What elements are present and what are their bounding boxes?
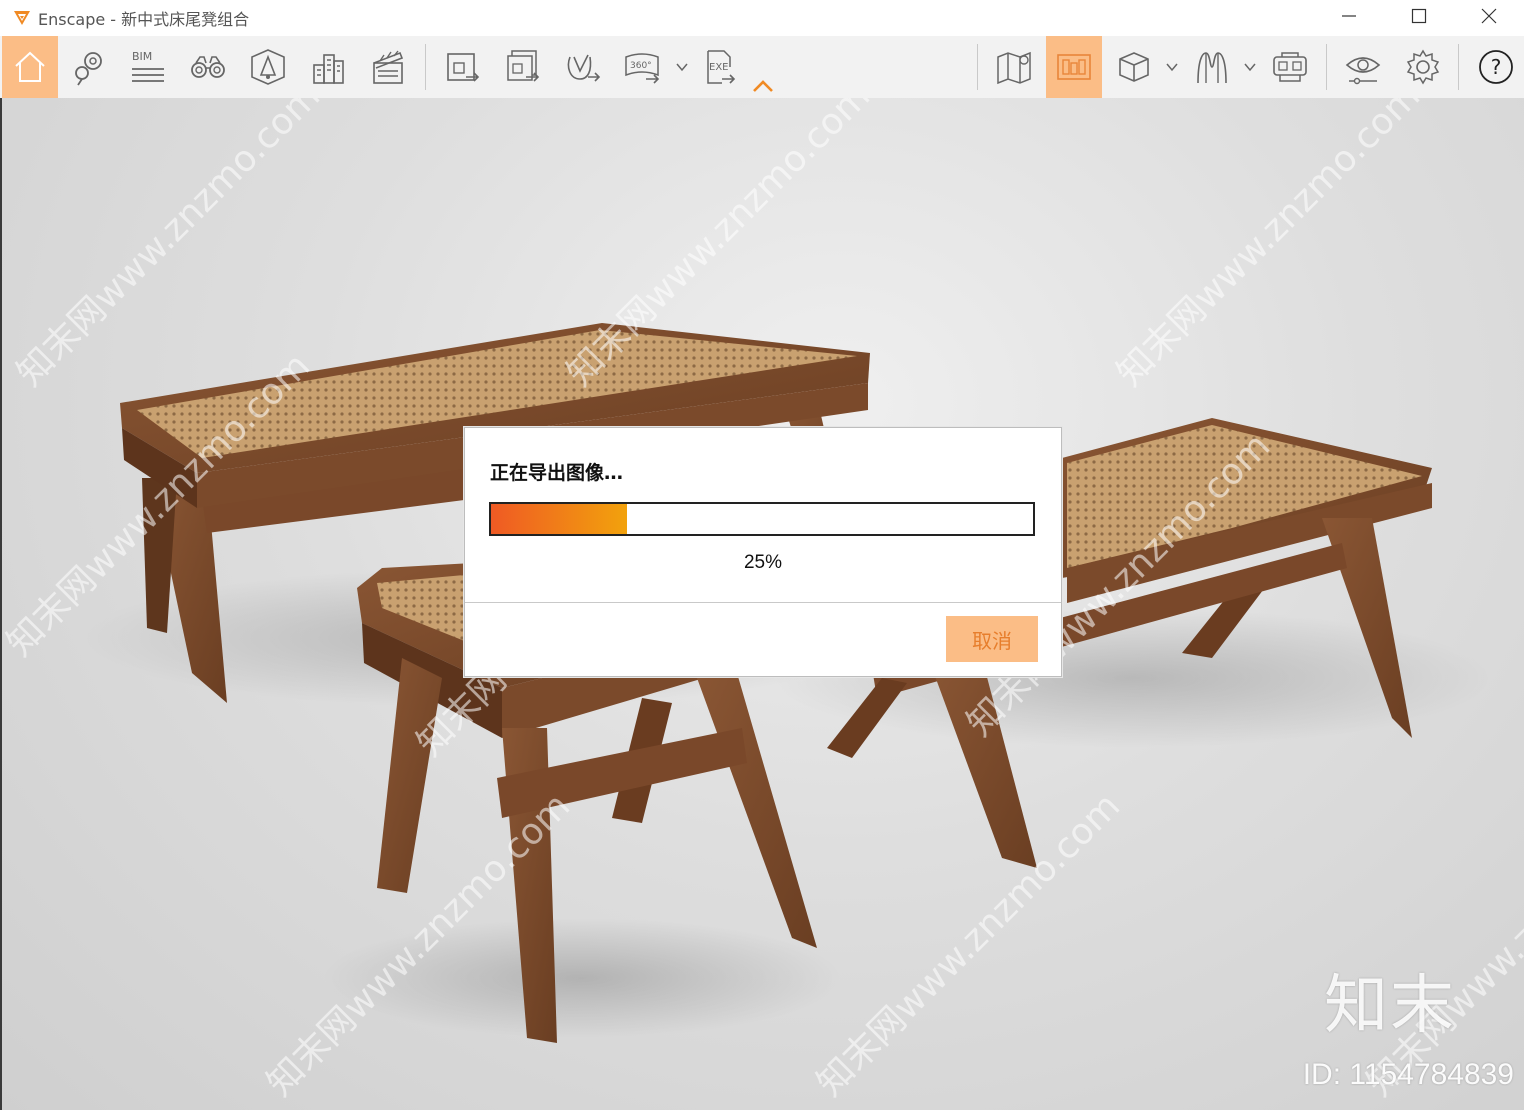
site-context-button[interactable] — [300, 36, 356, 98]
cube-dropdown-icon[interactable] — [1165, 60, 1179, 74]
svg-text:BIM: BIM — [132, 50, 152, 63]
close-icon — [1481, 8, 1497, 24]
svg-text:知末网www.znzmo.com: 知末网www.znzmo.com — [1359, 786, 1524, 1105]
bim-icon: BIM — [132, 50, 164, 82]
asset-library-icon — [1057, 54, 1091, 80]
watermark-id: ID: 1154784839 — [1302, 1058, 1514, 1091]
gear-icon — [1406, 49, 1440, 85]
help-icon: ? — [1479, 50, 1513, 84]
export-video-button[interactable] — [554, 36, 610, 98]
svg-text:360°: 360° — [630, 61, 652, 71]
location-pins-icon — [75, 52, 102, 86]
material-dropdown-icon[interactable] — [1243, 60, 1257, 74]
maximize-button[interactable] — [1384, 0, 1454, 32]
location-pins-button[interactable] — [60, 36, 116, 98]
export-video-icon — [567, 54, 601, 82]
cube-icon — [1119, 52, 1149, 82]
batch-export-icon — [507, 50, 540, 82]
navigation-cone-icon — [251, 49, 285, 85]
dialog-title: 正在导出图像… — [490, 462, 624, 484]
settings-button[interactable] — [1395, 36, 1451, 98]
vr-headset-button[interactable] — [1262, 36, 1318, 98]
svg-text:知末网www.znzmo.com: 知末网www.znzmo.com — [9, 98, 328, 394]
visual-settings-button[interactable] — [1335, 36, 1391, 98]
export-progress-dialog: 正在导出图像… 25% 取消 — [464, 427, 1062, 677]
export-image-button[interactable] — [434, 36, 490, 98]
progress-bar — [489, 502, 1035, 536]
toolbar-separator — [1326, 44, 1327, 90]
buildings-icon — [313, 54, 344, 84]
panorama-dropdown-icon[interactable] — [675, 60, 689, 74]
navigation-button[interactable] — [240, 36, 296, 98]
map-icon — [997, 51, 1031, 85]
svg-text:知末网www.znzmo.com: 知末网www.znzmo.com — [809, 786, 1128, 1105]
maximize-icon — [1411, 8, 1427, 24]
title-bar: Enscape - 新中式床尾凳组合 — [0, 0, 1524, 36]
progress-percent: 25% — [743, 552, 783, 573]
eye-visual-settings-icon — [1345, 57, 1381, 85]
window-title: Enscape - 新中式床尾凳组合 — [38, 10, 250, 29]
bim-button[interactable]: BIM — [120, 36, 176, 98]
minimize-icon — [1342, 15, 1356, 17]
home-icon — [15, 51, 45, 82]
enscape-logo-icon — [14, 11, 30, 25]
progress-bar-fill — [491, 504, 627, 534]
vr-headset-icon — [1273, 52, 1307, 82]
help-button[interactable]: ? — [1468, 36, 1524, 98]
watermark-logo: 知末 — [1324, 969, 1456, 1043]
dialog-divider — [465, 602, 1061, 603]
toolbar: BIM 360° EXE ? — [0, 36, 1524, 99]
export-exe-button[interactable]: EXE — [692, 36, 748, 98]
svg-text:?: ? — [1491, 55, 1502, 79]
toolbar-separator — [977, 44, 978, 90]
home-button[interactable] — [2, 36, 58, 98]
material-editor-icon — [1197, 52, 1227, 84]
minimize-button[interactable] — [1314, 0, 1384, 32]
close-button[interactable] — [1454, 0, 1524, 32]
video-editor-button[interactable] — [360, 36, 416, 98]
export-panorama-icon: 360° — [625, 53, 660, 84]
collapse-toolbar-icon[interactable] — [752, 78, 774, 94]
export-image-icon — [447, 53, 480, 82]
binoculars-icon — [191, 56, 225, 78]
map-button[interactable] — [986, 36, 1042, 98]
export-exe-icon: EXE — [707, 50, 736, 84]
svg-text:EXE: EXE — [709, 62, 729, 73]
cancel-button[interactable]: 取消 — [946, 616, 1038, 662]
export-panorama-button[interactable]: 360° — [614, 36, 670, 98]
views-button[interactable] — [180, 36, 236, 98]
toolbar-separator — [425, 44, 426, 90]
batch-export-button[interactable] — [494, 36, 550, 98]
asset-library-button[interactable] — [1046, 36, 1102, 98]
svg-text:知末网www.znzmo.com: 知末网www.znzmo.com — [1109, 98, 1428, 394]
cube-button[interactable] — [1106, 36, 1162, 98]
material-editor-button[interactable] — [1184, 36, 1240, 98]
clapperboard-icon — [373, 50, 404, 84]
toolbar-separator — [1458, 44, 1459, 90]
